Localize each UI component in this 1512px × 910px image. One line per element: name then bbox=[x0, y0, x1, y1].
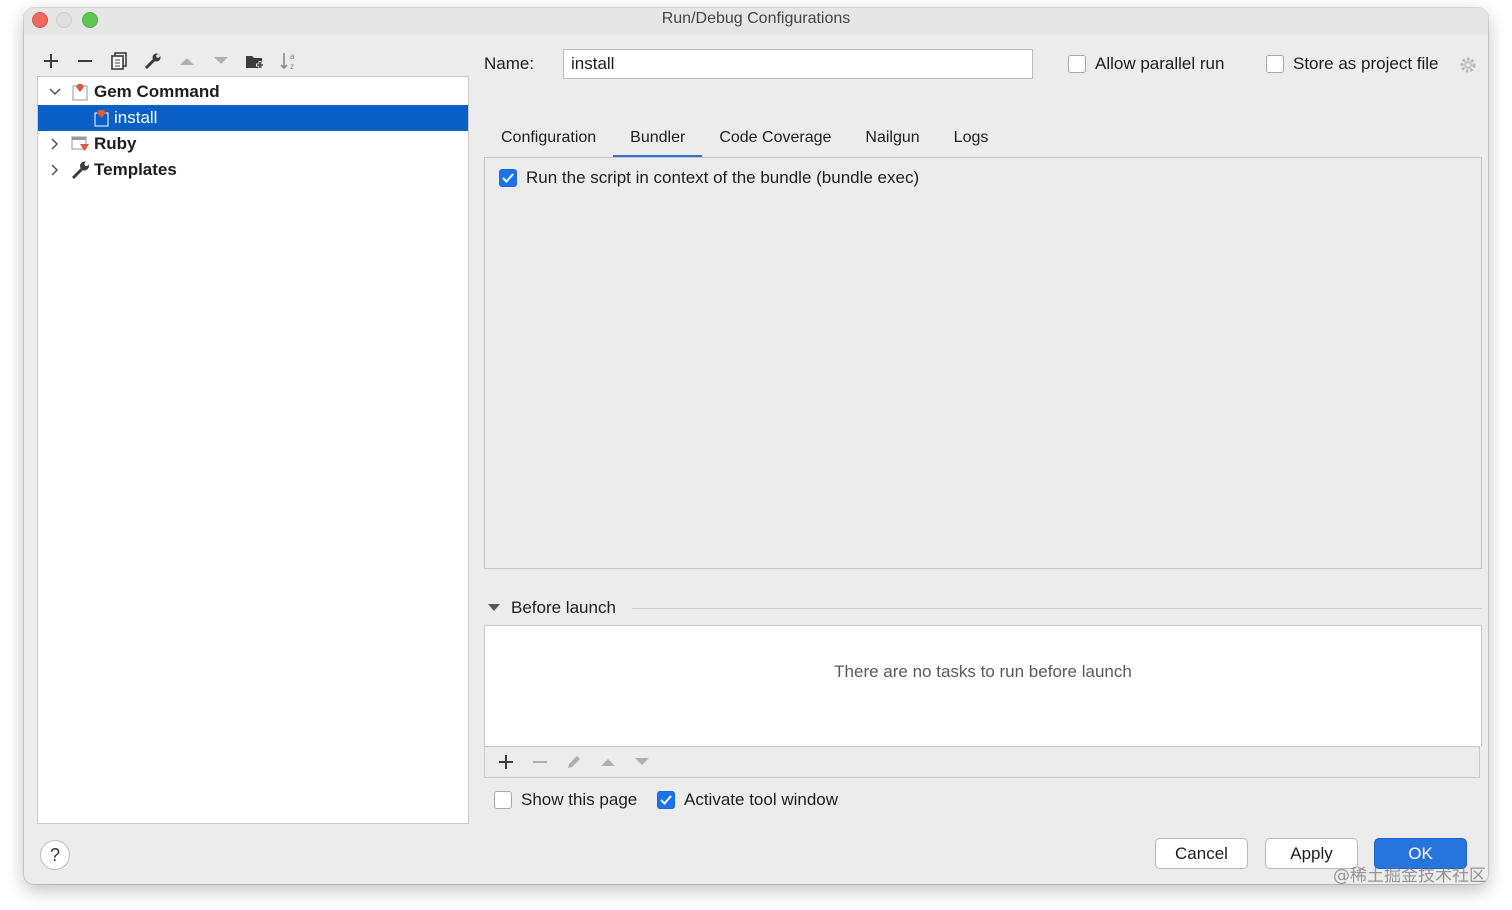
tree-item-install[interactable]: install bbox=[38, 105, 468, 131]
move-task-down-button[interactable] bbox=[627, 750, 657, 774]
create-folder-button[interactable] bbox=[242, 49, 268, 73]
edit-task-button[interactable] bbox=[559, 750, 589, 774]
remove-icon bbox=[78, 60, 92, 62]
store-as-project-file-checkbox[interactable]: Store as project file bbox=[1266, 54, 1439, 74]
empty-tasks-message: There are no tasks to run before launch bbox=[834, 662, 1132, 681]
chevron-down-icon[interactable] bbox=[48, 85, 62, 99]
gear-icon[interactable] bbox=[1459, 56, 1477, 74]
remove-configuration-button[interactable] bbox=[72, 49, 98, 73]
svg-text:a: a bbox=[290, 52, 295, 61]
checkbox-box[interactable] bbox=[1266, 55, 1284, 73]
tree-item-label: Templates bbox=[94, 160, 177, 179]
checkbox-label: Store as project file bbox=[1293, 54, 1439, 73]
watermark: @稀土掘金技术社区 bbox=[1333, 866, 1486, 886]
sort-configurations-button[interactable]: az bbox=[276, 49, 302, 73]
configurations-toolbar: az bbox=[38, 48, 310, 74]
edit-icon bbox=[568, 756, 580, 768]
tree-item-label: Ruby bbox=[94, 134, 137, 153]
tree-item-templates[interactable]: Templates bbox=[38, 157, 468, 183]
remove-task-button[interactable] bbox=[525, 750, 555, 774]
show-this-page-checkbox[interactable]: Show this page bbox=[494, 790, 637, 810]
run-in-bundle-context-checkbox[interactable]: Run the script in context of the bundle … bbox=[499, 168, 919, 188]
wrench-icon bbox=[144, 53, 161, 70]
chevron-right-icon[interactable] bbox=[48, 137, 62, 151]
checkbox-label: Activate tool window bbox=[684, 790, 839, 809]
add-task-button[interactable] bbox=[491, 750, 521, 774]
chevron-right-icon[interactable] bbox=[48, 163, 62, 177]
wrench-icon bbox=[71, 160, 91, 180]
cancel-button[interactable]: Cancel bbox=[1155, 838, 1248, 869]
tab-bundler[interactable]: Bundler bbox=[613, 120, 703, 158]
tree-item-label: Gem Command bbox=[94, 82, 220, 101]
gem-command-icon bbox=[71, 82, 91, 102]
name-input[interactable] bbox=[563, 49, 1033, 79]
checkbox-box[interactable] bbox=[494, 791, 512, 809]
checkmark-icon bbox=[660, 795, 672, 805]
remove-icon bbox=[533, 761, 547, 763]
sort-alpha-icon: az bbox=[280, 52, 295, 71]
checkbox-box[interactable] bbox=[499, 169, 517, 187]
edit-defaults-button[interactable] bbox=[140, 49, 166, 73]
before-launch-title: Before launch bbox=[511, 598, 616, 617]
copy-icon bbox=[111, 52, 127, 70]
ruby-icon bbox=[71, 134, 91, 154]
bundler-tab-panel: Run the script in context of the bundle … bbox=[484, 157, 1482, 569]
triangle-down-icon bbox=[488, 604, 500, 611]
tab-nailgun[interactable]: Nailgun bbox=[848, 120, 936, 156]
checkbox-label: Show this page bbox=[521, 790, 638, 809]
tree-item-ruby[interactable]: Ruby bbox=[38, 131, 468, 157]
allow-parallel-run-checkbox[interactable]: Allow parallel run bbox=[1068, 54, 1224, 74]
move-task-up-button[interactable] bbox=[593, 750, 623, 774]
move-down-icon bbox=[635, 758, 649, 765]
move-up-icon bbox=[180, 58, 194, 65]
checkbox-box[interactable] bbox=[657, 791, 675, 809]
run-debug-configurations-dialog: Run/Debug Configurations az Gem Command … bbox=[24, 8, 1488, 884]
add-icon bbox=[44, 54, 58, 68]
configurations-tree[interactable]: Gem Command install Ruby Templates bbox=[37, 76, 469, 824]
activate-tool-window-checkbox[interactable]: Activate tool window bbox=[657, 790, 838, 810]
title-bar: Run/Debug Configurations bbox=[24, 8, 1488, 34]
add-configuration-button[interactable] bbox=[38, 49, 64, 73]
before-launch-toggle[interactable]: Before launch bbox=[488, 598, 616, 618]
move-up-button[interactable] bbox=[174, 49, 200, 73]
tree-item-gem-command[interactable]: Gem Command bbox=[38, 79, 468, 105]
tab-code-coverage[interactable]: Code Coverage bbox=[702, 120, 848, 156]
gem-config-icon bbox=[93, 108, 113, 128]
checkbox-label: Allow parallel run bbox=[1095, 54, 1225, 73]
move-down-button[interactable] bbox=[208, 49, 234, 73]
tab-logs[interactable]: Logs bbox=[937, 120, 1006, 156]
help-button[interactable]: ? bbox=[40, 840, 70, 870]
move-up-icon bbox=[601, 759, 615, 766]
before-launch-task-list[interactable]: There are no tasks to run before launch bbox=[484, 625, 1482, 746]
before-launch-toolbar bbox=[484, 746, 1480, 778]
copy-configuration-button[interactable] bbox=[106, 49, 132, 73]
move-down-icon bbox=[214, 57, 228, 64]
window-title: Run/Debug Configurations bbox=[661, 10, 851, 27]
checkmark-icon bbox=[502, 173, 514, 183]
section-divider bbox=[632, 608, 1482, 609]
tab-configuration[interactable]: Configuration bbox=[484, 120, 613, 156]
folder-add-icon bbox=[246, 56, 264, 69]
add-icon bbox=[499, 755, 513, 769]
name-label: Name: bbox=[484, 54, 535, 73]
svg-text:z: z bbox=[290, 62, 294, 71]
checkbox-box[interactable] bbox=[1068, 55, 1086, 73]
config-tabs: Configuration Bundler Code Coverage Nail… bbox=[484, 120, 1005, 158]
checkbox-label: Run the script in context of the bundle … bbox=[526, 168, 920, 187]
tree-item-label: install bbox=[114, 108, 158, 127]
